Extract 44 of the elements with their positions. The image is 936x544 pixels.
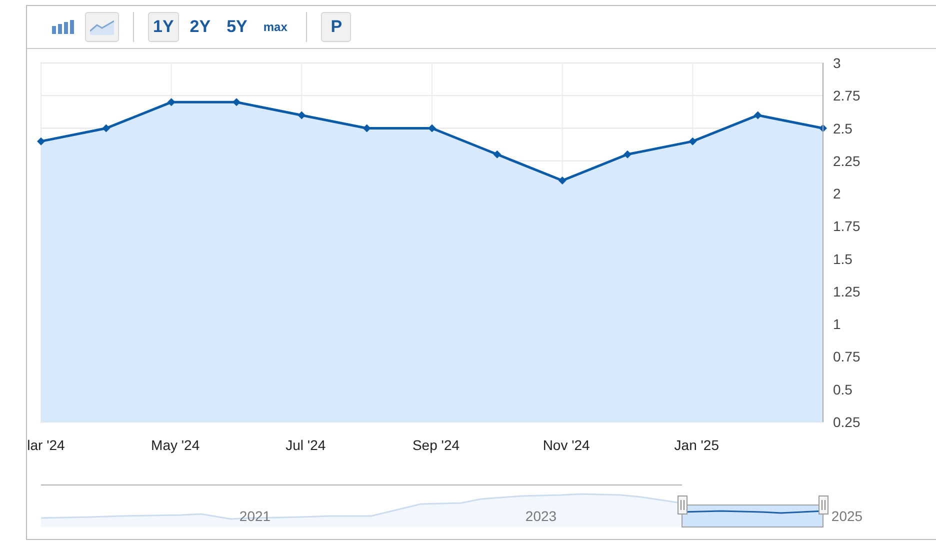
x-axis-label: Jul '24 [286,437,326,453]
y-axis-label: 0.5 [833,381,852,398]
y-axis-label: 0.25 [833,414,860,430]
y-axis-label: 2.25 [833,152,860,169]
range-handle[interactable] [678,496,688,514]
range-button[interactable]: 2Y [184,12,216,42]
y-axis-label: 1.75 [833,218,860,234]
y-axis-label: 1.25 [833,283,860,300]
year-label: 2025 [831,508,863,524]
range-button[interactable]: max [258,12,292,42]
year-label: 2023 [525,508,557,524]
p-button[interactable]: P [321,12,352,42]
data-point [362,124,371,132]
x-axis-label: May '24 [151,437,200,453]
y-axis-label: 0.75 [833,348,860,365]
range-button[interactable]: 1Y [148,12,179,42]
y-axis-label: 2 [833,186,841,202]
x-axis-label: lar '24 [27,437,65,453]
bar-chart-icon [52,20,74,34]
y-axis-label: 1.5 [833,250,852,267]
data-point [298,111,306,120]
y-axis-label: 2.75 [833,88,860,104]
data-point [493,150,502,158]
data-point [624,150,632,158]
data-point [428,124,436,132]
year-label: 2021 [239,508,271,524]
line-chart-icon [90,19,114,35]
data-point [232,98,240,106]
data-point [558,176,566,184]
data-point [754,111,762,120]
line-chart-button[interactable] [85,12,119,42]
y-axis-label: 1 [833,316,841,332]
data-point [37,137,45,146]
data-point [102,124,110,132]
data-point [688,137,697,146]
x-axis-label: Nov '24 [542,437,590,453]
x-axis-label: Sep '24 [412,437,460,453]
range-button[interactable]: 5Y [222,12,252,42]
data-point [819,124,827,132]
y-axis-label: 3 [833,55,841,71]
range-handle[interactable] [818,496,828,514]
y-axis-label: 2.5 [833,120,852,136]
data-point [167,98,176,106]
x-axis-label: Jan '25 [674,437,720,453]
